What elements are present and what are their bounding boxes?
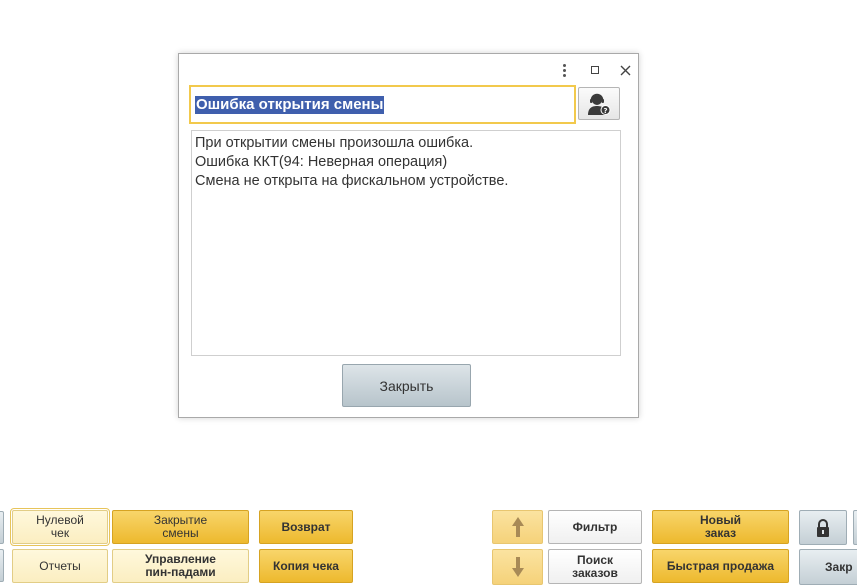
error-dialog: Ошибка открытия смены ? При открытии сме… [178,53,639,418]
arrow-up-icon [511,517,524,537]
close-icon[interactable] [615,61,635,79]
message-line: Ошибка ККТ(94: Неверная операция) [195,154,448,170]
message-line: При открытии смены произошла ошибка. [195,135,474,151]
maximize-icon[interactable] [585,61,605,79]
scroll-up-button[interactable] [492,510,543,544]
close-shift-button[interactable]: Закрытие смены [112,510,249,544]
lock-button[interactable] [799,510,847,545]
svg-text:?: ? [603,107,607,115]
dialog-title: Ошибка открытия смены [195,95,385,114]
error-message-area[interactable]: При открытии смены произошла ошибка. Оши… [191,130,621,356]
filter-button[interactable]: Фильтр [548,510,642,544]
scroll-down-button[interactable] [492,549,543,585]
lock-icon [817,518,829,537]
left-edge-button[interactable] [0,511,4,544]
quick-sale-button[interactable]: Быстрая продажа [652,549,789,583]
close-button-partial[interactable]: Закр [799,549,857,585]
left-edge-button[interactable] [0,549,4,582]
arrow-down-icon [511,557,524,577]
order-search-button[interactable]: Поиск заказов [548,549,642,584]
message-line: Смена не открыта на фискальном устройств… [195,173,509,189]
zero-check-button[interactable]: Нулевой чек [10,508,110,546]
reports-button[interactable]: Отчеты [12,549,108,583]
new-order-button[interactable]: Новый заказ [652,510,789,544]
return-button[interactable]: Возврат [259,510,353,544]
dialog-close-button[interactable]: Закрыть [342,364,471,407]
support-button[interactable]: ? [578,87,620,120]
dialog-title-field[interactable]: Ошибка открытия смены [189,85,576,124]
right-edge-button[interactable] [853,510,857,545]
more-options-icon[interactable] [554,61,574,79]
receipt-copy-button[interactable]: Копия чека [259,549,353,583]
support-agent-icon: ? [588,93,611,115]
pinpad-management-button[interactable]: Управление пин-падами [112,549,249,583]
